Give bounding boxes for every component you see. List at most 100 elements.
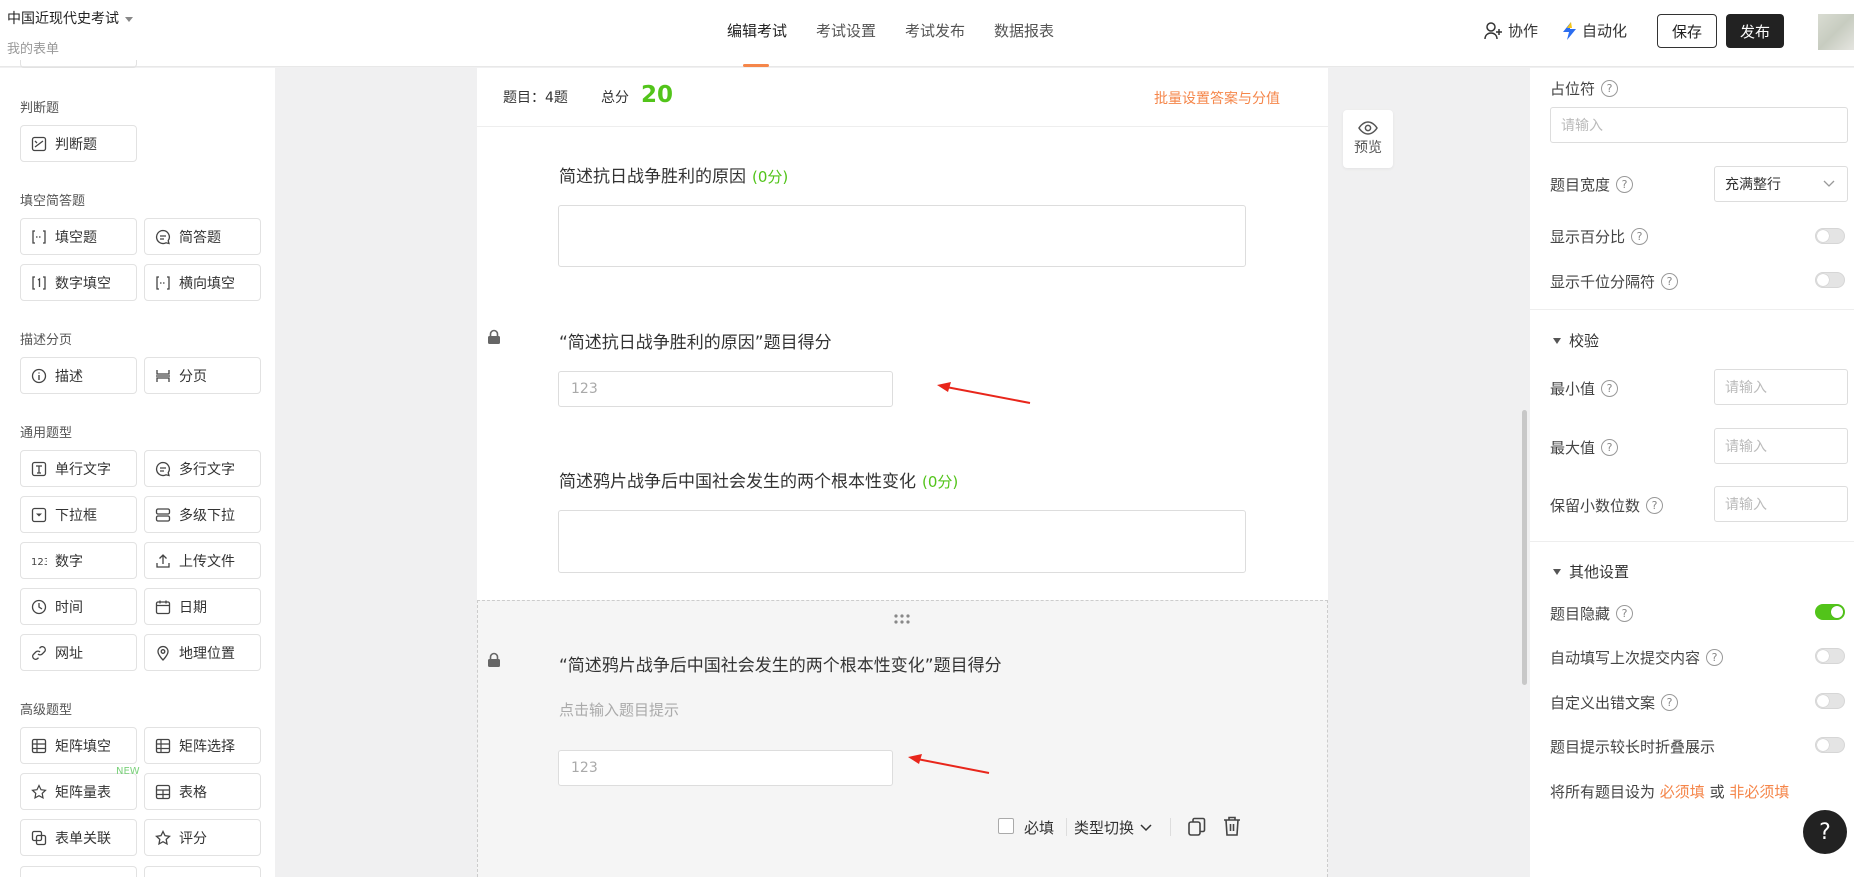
divider bbox=[1530, 541, 1854, 542]
item-label: 时间 bbox=[55, 599, 83, 616]
chevron-down-icon bbox=[1140, 823, 1152, 831]
help-icon[interactable]: ? bbox=[1616, 605, 1634, 622]
item-upload[interactable]: 上传文件 bbox=[144, 542, 261, 579]
hide-question-toggle[interactable] bbox=[1815, 604, 1845, 620]
type-switch-dropdown[interactable]: 类型切换 bbox=[1074, 817, 1152, 838]
save-button[interactable]: 保存 bbox=[1657, 14, 1717, 48]
min-input[interactable]: 请输入 bbox=[1714, 369, 1848, 405]
autofill-toggle[interactable] bbox=[1815, 648, 1845, 664]
score-number-input[interactable]: 123 bbox=[558, 750, 893, 786]
other-settings-header[interactable]: 其他设置 bbox=[1553, 561, 1629, 582]
placeholder-setting: 占位符? bbox=[1550, 78, 1619, 99]
item-table[interactable]: 表格 bbox=[144, 773, 261, 810]
help-icon[interactable]: ? bbox=[1601, 439, 1619, 456]
item-number-fill[interactable]: 数字填空 bbox=[20, 264, 137, 301]
breadcrumb[interactable]: 我的表单 bbox=[7, 38, 59, 57]
fill-blank-icon bbox=[32, 229, 46, 244]
trash-icon[interactable] bbox=[1223, 816, 1241, 837]
item-time[interactable]: 时间 bbox=[20, 588, 137, 625]
validation-section-header[interactable]: 校验 bbox=[1553, 330, 1599, 351]
or-text: 或 bbox=[1709, 783, 1725, 801]
item-cascade-dropdown[interactable]: 多级下拉 bbox=[144, 496, 261, 533]
batch-set-answers-link[interactable]: 批量设置答案与分值 bbox=[1154, 88, 1280, 108]
question-title[interactable]: “简述抗日战争胜利的原因”题目得分 bbox=[559, 328, 832, 353]
section-title: 校验 bbox=[1569, 332, 1600, 350]
tab-data-report[interactable]: 数据报表 bbox=[994, 20, 1054, 41]
question-hint-input[interactable]: 点击输入题目提示 bbox=[559, 699, 679, 720]
item-multi-line[interactable]: 多行文字 bbox=[144, 450, 261, 487]
item-page-break[interactable]: 分页 bbox=[144, 357, 261, 394]
help-button[interactable]: ? bbox=[1803, 810, 1847, 854]
canvas-scrollbar[interactable] bbox=[1522, 410, 1527, 685]
tab-exam-publish[interactable]: 考试发布 bbox=[905, 20, 965, 41]
tab-exam-settings[interactable]: 考试设置 bbox=[816, 20, 876, 41]
form-title[interactable]: 中国近现代史考试 bbox=[7, 8, 133, 28]
publish-button[interactable]: 发布 bbox=[1726, 14, 1784, 48]
setting-label: 显示千位分隔符 bbox=[1550, 273, 1656, 291]
item-date[interactable]: 日期 bbox=[144, 588, 261, 625]
tab-edit-exam[interactable]: 编辑考试 bbox=[727, 20, 787, 41]
section-title-advanced: 高级题型 bbox=[20, 703, 73, 718]
item-label: 判断题 bbox=[55, 136, 97, 153]
placeholder-input[interactable]: 请输入 bbox=[1550, 107, 1848, 143]
item-rating[interactable]: 评分 bbox=[144, 819, 261, 856]
help-icon[interactable]: ? bbox=[1706, 649, 1724, 666]
item-matrix-fill[interactable]: 矩阵填空 bbox=[20, 727, 137, 764]
thousands-toggle[interactable] bbox=[1815, 272, 1845, 288]
help-icon[interactable]: ? bbox=[1616, 176, 1634, 193]
item-single-line[interactable]: 单行文字 bbox=[20, 450, 137, 487]
item-location[interactable]: 地理位置 bbox=[144, 634, 261, 671]
decimals-input[interactable]: 请输入 bbox=[1714, 486, 1848, 522]
help-icon[interactable]: ? bbox=[1646, 497, 1664, 514]
required-label: 必填 bbox=[1024, 819, 1055, 837]
item-horizontal-fill[interactable]: 横向填空 bbox=[144, 264, 261, 301]
item-short-answer[interactable]: 简答题 bbox=[144, 218, 261, 255]
text-cursor-icon bbox=[31, 461, 47, 476]
help-icon[interactable]: ? bbox=[1601, 80, 1619, 97]
fold-hint-toggle[interactable] bbox=[1815, 737, 1845, 753]
custom-error-toggle[interactable] bbox=[1815, 693, 1845, 709]
item-judge[interactable]: 判断题 bbox=[20, 125, 137, 162]
show-percent-toggle[interactable] bbox=[1815, 228, 1845, 244]
help-icon[interactable]: ? bbox=[1631, 228, 1649, 245]
question-title[interactable]: “简述鸦片战争后中国社会发生的两个根本性变化”题目得分 bbox=[559, 651, 1002, 676]
item-label: 下拉框 bbox=[55, 507, 97, 524]
caret-down-icon[interactable] bbox=[125, 16, 133, 22]
item-fill-blank[interactable]: 填空题 bbox=[20, 218, 137, 255]
item-description[interactable]: 描述 bbox=[20, 357, 137, 394]
help-icon[interactable]: ? bbox=[1661, 273, 1679, 290]
avatar[interactable] bbox=[1818, 14, 1854, 50]
add-user-icon bbox=[1484, 21, 1502, 39]
score-number-input[interactable]: 123 bbox=[558, 371, 893, 407]
setting-label: 最大值 bbox=[1550, 439, 1596, 457]
item-matrix-scale[interactable]: 矩阵量表 bbox=[20, 773, 137, 810]
horizontal-fill-icon bbox=[156, 275, 170, 290]
collab-button[interactable]: 协作 bbox=[1484, 20, 1538, 41]
item-form-link[interactable]: 表单关联 bbox=[20, 819, 137, 856]
item-url[interactable]: 网址 bbox=[20, 634, 137, 671]
copy-icon[interactable] bbox=[1187, 817, 1207, 837]
chat-icon bbox=[155, 461, 170, 476]
item-matrix-select[interactable]: 矩阵选择 bbox=[144, 727, 261, 764]
drag-handle-icon[interactable] bbox=[893, 613, 911, 625]
set-all-required-link[interactable]: 必须填 bbox=[1660, 783, 1705, 801]
answer-textarea[interactable] bbox=[558, 205, 1246, 267]
max-input[interactable]: 请输入 bbox=[1714, 428, 1848, 464]
set-all-optional-link[interactable]: 非必须填 bbox=[1729, 783, 1789, 801]
item-dropdown[interactable]: 下拉框 bbox=[20, 496, 137, 533]
item-number[interactable]: 123 数字 bbox=[20, 542, 137, 579]
preview-button[interactable]: 预览 bbox=[1343, 110, 1393, 168]
width-select-value: 充满整行 bbox=[1725, 177, 1781, 193]
number-123-icon: 123 bbox=[31, 557, 47, 568]
automation-button[interactable]: 自动化 bbox=[1562, 20, 1627, 41]
decimals-setting: 保留小数位数? bbox=[1550, 495, 1664, 516]
max-setting: 最大值? bbox=[1550, 437, 1619, 458]
width-select[interactable]: 充满整行 bbox=[1714, 166, 1848, 202]
question-3[interactable]: 简述鸦片战争后中国社会发生的两个根本性变化 (0分) bbox=[559, 467, 958, 492]
setting-label: 题目提示较长时折叠展示 bbox=[1550, 738, 1716, 756]
help-icon[interactable]: ? bbox=[1601, 380, 1619, 397]
required-checkbox[interactable] bbox=[998, 818, 1014, 834]
question-1[interactable]: 简述抗日战争胜利的原因 (0分) bbox=[559, 162, 788, 187]
answer-textarea[interactable] bbox=[558, 510, 1246, 573]
help-icon[interactable]: ? bbox=[1661, 694, 1679, 711]
